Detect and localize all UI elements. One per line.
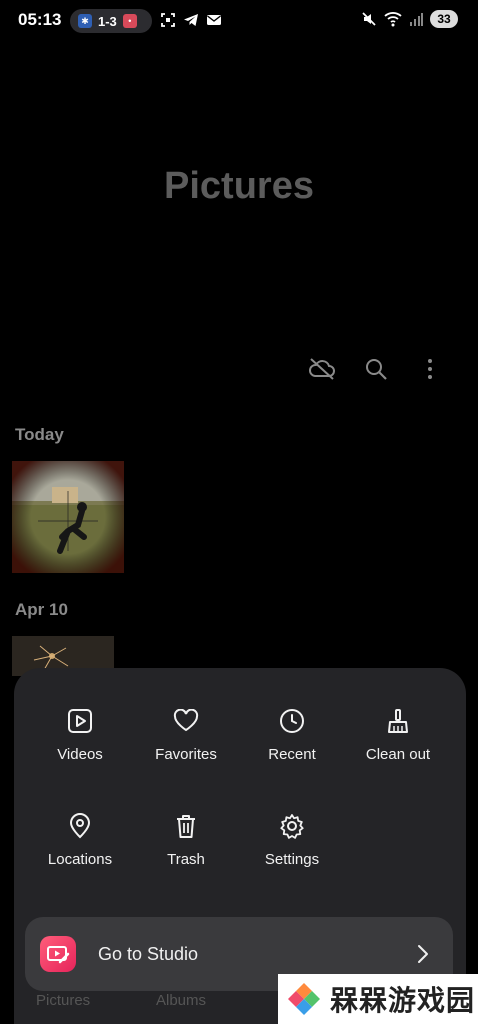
page-title: Pictures xyxy=(164,165,314,207)
gear-icon xyxy=(280,814,304,839)
menu-item-label: Locations xyxy=(47,851,113,868)
menu-item-label: Trash xyxy=(167,851,205,868)
menu-item-recent[interactable]: Recent xyxy=(239,706,345,763)
menu-item-settings[interactable]: Settings xyxy=(239,811,345,868)
menu-item-locations[interactable]: Locations xyxy=(27,811,133,868)
menu-item-label: Clean out xyxy=(365,746,431,763)
live-score: 1-3 xyxy=(98,13,117,29)
team-badge-icon: • xyxy=(122,14,137,28)
toolbar xyxy=(308,355,444,383)
team-badge-icon: ✱ xyxy=(78,14,92,28)
menu-item-label: Settings xyxy=(264,851,320,868)
photo-thumbnail[interactable] xyxy=(12,461,124,573)
clock-icon xyxy=(280,709,304,733)
bottom-nav-pictures[interactable]: Pictures xyxy=(36,992,90,1009)
menu-item-label: Recent xyxy=(268,746,316,763)
studio-label: Go to Studio xyxy=(98,943,199,964)
battery-indicator: 33 xyxy=(430,10,458,28)
menu-item-label: Favorites xyxy=(155,746,217,763)
menu-item-favorites[interactable]: Favorites xyxy=(133,706,239,763)
watermark-text: 槑槑游戏园 xyxy=(330,984,476,1017)
mail-icon xyxy=(207,15,221,25)
video-icon xyxy=(68,709,92,733)
cloud-off-icon[interactable] xyxy=(308,355,336,383)
menu-item-trash[interactable]: Trash xyxy=(133,811,239,868)
search-icon[interactable] xyxy=(362,355,390,383)
status-time: 05:13 xyxy=(18,10,62,29)
heart-icon xyxy=(173,709,199,732)
bottom-nav-albums[interactable]: Albums xyxy=(156,992,206,1009)
section-header-apr-10: Apr 10 xyxy=(15,600,68,619)
studio-icon xyxy=(40,936,76,972)
section-header-today: Today xyxy=(15,425,64,444)
telegram-icon xyxy=(184,14,198,26)
chevron-right-icon xyxy=(418,945,428,963)
menu-item-label: Videos xyxy=(57,746,103,763)
broom-icon xyxy=(388,709,408,733)
more-options-icon[interactable] xyxy=(416,355,444,383)
menu-item-videos[interactable]: Videos xyxy=(27,706,133,763)
live-score-pill[interactable]: ✱ 1-3 • xyxy=(70,9,152,33)
menu-item-clean-out[interactable]: Clean out xyxy=(345,706,451,763)
location-pin-icon xyxy=(69,813,91,839)
wifi-icon xyxy=(384,12,402,27)
trash-icon xyxy=(177,815,195,838)
watermark-logo: 槑槑游戏园 xyxy=(278,974,478,1024)
screenshot-icon xyxy=(161,13,175,27)
signal-icon xyxy=(410,13,423,26)
watermark-leaf-icon xyxy=(288,983,320,1015)
mute-icon xyxy=(362,12,376,26)
notification-icons xyxy=(160,12,222,28)
system-icons: 33 xyxy=(361,10,458,28)
